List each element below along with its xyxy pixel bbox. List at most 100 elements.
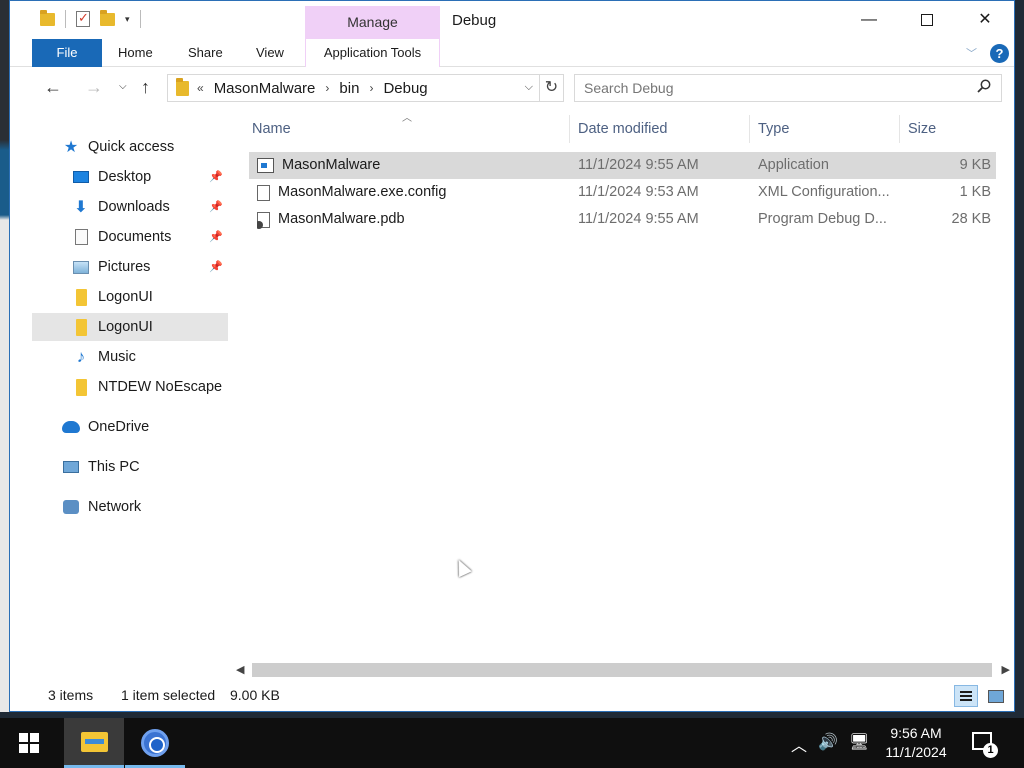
details-view-button[interactable] [954, 685, 978, 707]
address-bar[interactable]: « MasonMalware › bin › Debug ⌵ [167, 74, 540, 102]
file-name-cell: MasonMalware [257, 152, 567, 179]
folder-icon [72, 378, 90, 396]
column-header-date-modified[interactable]: Date modified [570, 115, 750, 143]
show-hidden-icons-chevron-icon[interactable]: ︿ [791, 732, 807, 756]
sidebar-item-logonui[interactable]: LogonUI [32, 283, 227, 311]
selection-size: 9.00 KB [230, 687, 280, 703]
music-icon: ♪ [76, 347, 86, 366]
sidebar-item-label: Music [98, 349, 136, 365]
sidebar-item-documents[interactable]: Documents 📌 [32, 223, 227, 251]
taskbar-chrome[interactable] [125, 718, 185, 768]
column-header-size[interactable]: Size [900, 115, 1000, 143]
pin-icon: 📌 [209, 171, 223, 183]
taskbar: ︿ 🔊 🖥 9:56 AM 11/1/2024 1 [0, 718, 1024, 768]
breadcrumb-separator-icon[interactable]: › [369, 81, 373, 95]
volume-icon[interactable]: 🔊 [818, 732, 838, 752]
title-bar: ▾ Manage Debug — ✕ [10, 1, 1014, 39]
sidebar-item-label: Pictures [98, 259, 151, 275]
forward-button[interactable]: → [85, 77, 103, 98]
refresh-button[interactable]: ↻ [540, 74, 564, 102]
folder-icon [72, 288, 90, 306]
toolbar-separator [65, 10, 66, 28]
scrollbar-thumb[interactable] [252, 663, 992, 677]
scroll-left-icon[interactable]: ◀ [236, 661, 244, 679]
table-row[interactable]: MasonMalware.pdb 11/1/2024 9:55 AM Progr… [249, 206, 996, 233]
file-date: 11/1/2024 9:55 AM [578, 157, 699, 173]
windows-logo-icon [30, 744, 39, 753]
properties-icon[interactable] [76, 10, 90, 27]
recent-locations-chevron-icon[interactable]: ⌵ [119, 81, 127, 92]
table-row[interactable]: MasonMalware.exe.config 11/1/2024 9:53 A… [249, 179, 996, 206]
sidebar-item-label: LogonUI [98, 319, 153, 335]
manage-context-tab[interactable]: Manage [305, 6, 440, 39]
horizontal-scrollbar[interactable]: ◀ ▶ [232, 661, 1014, 679]
navigation-pane: ★ Quick access Desktop 📌 ⬇ Downloads 📌 Doc… [10, 109, 232, 657]
sidebar-item-ntdew-noescape[interactable]: NTDEW NoEscape [32, 373, 227, 401]
network-icon [62, 498, 80, 516]
help-button[interactable]: ? [990, 44, 1009, 63]
tab-application-tools[interactable]: Application Tools [305, 39, 440, 67]
download-icon: ⬇ [74, 199, 88, 216]
large-icons-view-button[interactable] [984, 685, 1008, 707]
sidebar-item-label: LogonUI [98, 289, 153, 305]
maximize-button[interactable] [898, 1, 956, 39]
minimize-button[interactable]: — [840, 1, 898, 39]
network-status-icon[interactable]: 🖥 [849, 732, 869, 752]
sidebar-item-quick-access[interactable]: ★ Quick access [32, 133, 227, 161]
sidebar-item-music[interactable]: ♪ Music [32, 343, 227, 371]
tab-view[interactable]: View [246, 39, 294, 67]
sidebar-item-onedrive[interactable]: OneDrive [32, 413, 227, 441]
sidebar-item-downloads[interactable]: ⬇ Downloads 📌 [32, 193, 227, 221]
sidebar-item-desktop[interactable]: Desktop 📌 [32, 163, 227, 191]
taskbar-file-explorer[interactable] [64, 718, 124, 768]
sidebar-item-label: OneDrive [88, 419, 150, 435]
sidebar-item-this-pc[interactable]: This PC [32, 453, 227, 481]
up-button[interactable]: ↑ [141, 77, 150, 98]
table-row[interactable]: MasonMalware 11/1/2024 9:55 AM Applicati… [249, 152, 996, 179]
search-input[interactable]: Search Debug [574, 74, 1002, 102]
navigation-bar: ← → ⌵ ↑ « MasonMalware › bin › Debug ⌵ ↻… [10, 67, 1014, 109]
scroll-right-icon[interactable]: ▶ [1002, 661, 1010, 679]
back-button[interactable]: ← [44, 77, 62, 98]
sidebar-item-label: NTDEW NoEscape [98, 379, 223, 395]
clock-date: 11/1/2024 [885, 744, 947, 760]
file-explorer-icon [81, 732, 108, 752]
breadcrumb-bin[interactable]: bin [339, 80, 359, 97]
windows-logo-icon [30, 733, 39, 742]
maximize-icon [921, 13, 933, 26]
breadcrumb-separator-icon[interactable]: › [325, 81, 329, 95]
window-title: Debug [452, 12, 497, 29]
breadcrumb-overflow-icon[interactable]: « [197, 81, 204, 95]
quick-access-toolbar: ▾ [40, 9, 141, 28]
breadcrumb-masonmalware[interactable]: MasonMalware [214, 80, 316, 97]
expand-ribbon-chevron-icon[interactable]: ﹀ [966, 45, 977, 61]
column-header-type[interactable]: Type [750, 115, 900, 143]
computer-icon [62, 458, 80, 476]
folder-icon [40, 9, 55, 26]
close-button[interactable]: ✕ [956, 1, 1014, 39]
tab-home[interactable]: Home [108, 39, 163, 67]
sidebar-item-pictures[interactable]: Pictures 📌 [32, 253, 227, 281]
file-explorer-window: ▾ Manage Debug — ✕ File Home Share View … [9, 0, 1015, 712]
file-type: Program Debug D... [758, 211, 887, 227]
sidebar-item-label: Downloads [98, 199, 170, 215]
file-name-cell: MasonMalware.pdb [257, 206, 567, 233]
pin-icon: 📌 [209, 261, 223, 273]
ribbon-tabs: File Home Share View Application Tools ﹀… [10, 39, 1014, 67]
start-button[interactable] [19, 733, 39, 753]
breadcrumb-debug[interactable]: Debug [383, 80, 427, 97]
sidebar-item-logonui-selected[interactable]: LogonUI [32, 313, 228, 341]
new-folder-icon[interactable] [100, 9, 115, 26]
sidebar-item-network[interactable]: Network [32, 493, 227, 521]
config-file-icon [257, 184, 270, 201]
address-dropdown-icon[interactable]: ⌵ [525, 81, 533, 94]
chrome-icon [141, 729, 169, 757]
document-icon [72, 228, 90, 246]
column-header-name[interactable]: Name [244, 115, 570, 143]
notification-badge: 1 [983, 743, 998, 758]
customize-toolbar-dropdown-icon[interactable]: ▾ [125, 14, 130, 25]
system-clock[interactable]: 9:56 AM 11/1/2024 [876, 724, 956, 762]
status-bar: 3 items 1 item selected 9.00 KB [10, 681, 1014, 711]
tab-share[interactable]: Share [178, 39, 233, 67]
tab-file[interactable]: File [32, 39, 102, 67]
